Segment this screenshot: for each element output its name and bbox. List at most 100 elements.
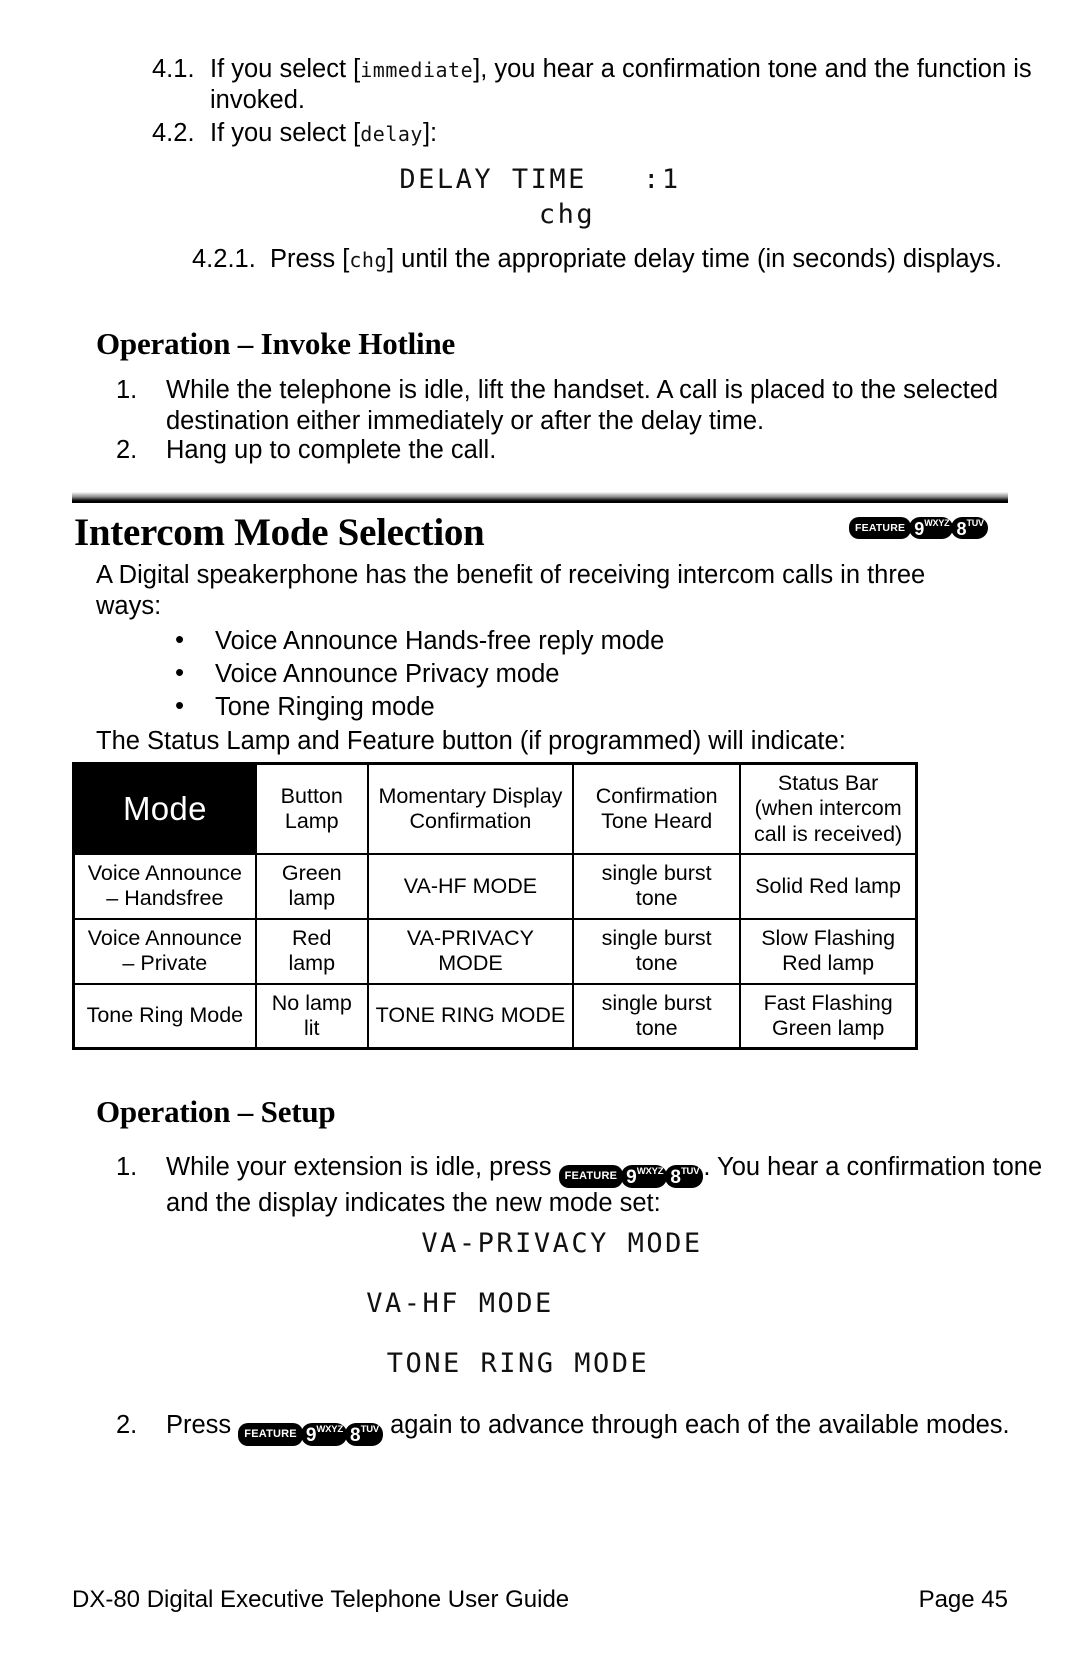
- cell-line: tone: [635, 1015, 678, 1040]
- header-line: (when intercom: [754, 796, 902, 821]
- text-before: If you select [: [210, 119, 361, 147]
- heading-intercom-mode-selection: Intercom Mode Selection: [74, 511, 485, 554]
- cell-line: MODE: [438, 951, 503, 976]
- list-text: If you select [immediate], you hear a co…: [210, 54, 1080, 116]
- document-page: 4.1. If you select [immediate], you hear…: [0, 0, 1080, 1669]
- keypad-8-digit: 8: [956, 519, 967, 539]
- keypad-9-icon: 9 WXYZ: [300, 1423, 348, 1447]
- lcd-display-va-privacy-mode: VA-PRIVACY MODE: [421, 1228, 703, 1259]
- cell-line: Red lamp: [782, 951, 875, 976]
- list-number: 2.: [116, 436, 138, 464]
- header-line: Momentary Display: [378, 783, 563, 808]
- table-header-button-lamp: Button Lamp: [254, 762, 369, 856]
- list-item-mode: Voice Announce Hands-free reply mode: [175, 624, 1075, 657]
- heading-operation-invoke-hotline: Operation – Invoke Hotline: [96, 326, 456, 361]
- cell-status-bar: Solid Red lamp: [739, 853, 918, 920]
- list-text: Press FEATURE 9 WXYZ 8 TUV again to advance …: [166, 1410, 1056, 1447]
- cell-line: lamp: [288, 951, 336, 976]
- lcd-line-2: chg: [538, 199, 596, 230]
- table-header-mode: Mode: [72, 762, 257, 856]
- list-number: 1.: [116, 376, 138, 404]
- list-text: While the telephone is idle, lift the ha…: [166, 376, 999, 436]
- intercom-modes-list: Voice Announce Hands-free reply mode Voi…: [0, 624, 1075, 725]
- cell-line: single burst: [601, 861, 712, 886]
- keypad-9-digit: 9: [914, 519, 925, 539]
- heading-operation-setup: Operation – Setup: [96, 1094, 336, 1129]
- keypad-9-icon: 9 WXYZ: [909, 517, 954, 539]
- cell-status-bar: Slow Flashing Red lamp: [739, 917, 918, 985]
- cell-momentary-display: VA-PRIVACY MODE: [366, 917, 575, 985]
- key-sequence-feature-9-8-step2: FEATURE 9 WXYZ 8 TUV: [238, 1423, 384, 1447]
- list-text: Press [chg] until the appropriate delay …: [270, 244, 1080, 275]
- keypad-8-letters: TUV: [966, 517, 984, 528]
- cell-line: TONE RING MODE: [375, 1003, 566, 1028]
- lcd-display-tone-ring-mode: TONE RING MODE: [386, 1348, 650, 1379]
- cell-button-lamp: Red lamp: [254, 917, 369, 985]
- keypad-8-icon: 8 TUV: [951, 517, 988, 539]
- list-item-setup-1: 1. While your extension is idle, press F…: [0, 1152, 1046, 1219]
- lcd-line-1: DELAY TIME :1: [399, 164, 681, 195]
- cell-line: Solid Red lamp: [755, 873, 902, 898]
- list-item-mode: Tone Ringing mode: [175, 690, 1075, 723]
- table-row: Voice Announce – Handsfree Green lamp VA…: [72, 853, 918, 920]
- section-divider: [72, 492, 1008, 503]
- cell-line: lit: [304, 1015, 320, 1040]
- header-line: Confirmation: [595, 783, 718, 808]
- feature-key-icon: FEATURE: [238, 1423, 303, 1447]
- cell-confirmation-tone: single burst tone: [572, 917, 742, 985]
- text-before: Press: [166, 1411, 239, 1439]
- cell-line: No lamp: [271, 990, 352, 1015]
- cell-button-lamp: No lamp lit: [254, 982, 369, 1050]
- footer-page-number: Page 45: [918, 1586, 1008, 1613]
- header-line: call is received): [754, 821, 903, 846]
- list-number: 4.1.: [152, 55, 195, 83]
- table-row: Tone Ring Mode No lamp lit TONE RING MOD…: [72, 982, 918, 1050]
- cell-line: single burst: [601, 990, 712, 1015]
- cell-line: lamp: [288, 886, 336, 911]
- list-number: 2.: [116, 1411, 138, 1439]
- page-footer: DX-80 Digital Executive Telephone User G…: [72, 1586, 1008, 1614]
- cell-confirmation-tone: single burst tone: [572, 982, 742, 1050]
- keypad-9-letters: WXYZ: [316, 1423, 344, 1435]
- list-text: Hang up to complete the call.: [166, 436, 497, 464]
- feature-key-icon: FEATURE: [558, 1165, 624, 1189]
- keypad-8-digit: 8: [670, 1167, 681, 1189]
- cell-line: Slow Flashing: [761, 925, 896, 950]
- cell-status-bar: Fast Flashing Green lamp: [739, 982, 918, 1050]
- keypad-8-icon: 8 TUV: [665, 1165, 704, 1189]
- cell-mode: Tone Ring Mode: [72, 982, 257, 1050]
- cell-line: Tone Ring Mode: [86, 1003, 244, 1028]
- list-item-setup-2: 2. Press FEATURE 9 WXYZ 8 TUV again to advan…: [0, 1410, 1056, 1447]
- cell-line: Green: [281, 861, 342, 886]
- table-header-row: Mode Button Lamp Momentary Display Confi…: [72, 762, 918, 856]
- table-lead-text: The Status Lamp and Feature button (if p…: [96, 727, 846, 755]
- cell-line: VA-HF MODE: [403, 873, 538, 898]
- list-text: While your extension is idle, press FEAT…: [166, 1152, 1046, 1219]
- keypad-9-letters: WXYZ: [636, 1165, 664, 1177]
- cell-line: – Private: [122, 951, 208, 976]
- keypad-9-icon: 9 WXYZ: [621, 1165, 668, 1189]
- lcd-token-delay: delay: [360, 122, 423, 146]
- text-after: ] until the appropriate delay time (in s…: [386, 245, 1003, 273]
- lcd-token-immediate: immediate: [360, 58, 474, 82]
- lcd-display-va-hf-mode: VA-HF MODE: [366, 1288, 554, 1319]
- header-line: Status Bar: [777, 771, 879, 795]
- key-sequence-feature-9-8-header: FEATURE 9 WXYZ 8 TUV: [849, 517, 988, 539]
- cell-line: Voice Announce: [87, 861, 242, 886]
- cell-line: Voice Announce: [87, 925, 242, 950]
- cell-line: Red: [292, 925, 332, 950]
- cell-mode: Voice Announce – Private: [72, 917, 257, 985]
- keypad-8-digit: 8: [350, 1425, 361, 1447]
- table-header-momentary-display: Momentary Display Confirmation: [366, 762, 575, 856]
- cell-line: tone: [635, 951, 678, 976]
- list-number: 1.: [116, 1153, 138, 1181]
- cell-line: – Handsfree: [106, 886, 224, 911]
- cell-line: tone: [635, 886, 678, 911]
- lcd-token-chg: chg: [349, 248, 387, 272]
- keypad-9-letters: WXYZ: [924, 517, 950, 528]
- header-line: Button: [280, 783, 343, 808]
- intercom-intro-text: A Digital speakerphone has the benefit o…: [96, 561, 926, 621]
- text-before: If you select [: [210, 55, 361, 83]
- keypad-8-icon: 8 TUV: [345, 1423, 384, 1447]
- keypad-8-letters: TUV: [680, 1165, 700, 1177]
